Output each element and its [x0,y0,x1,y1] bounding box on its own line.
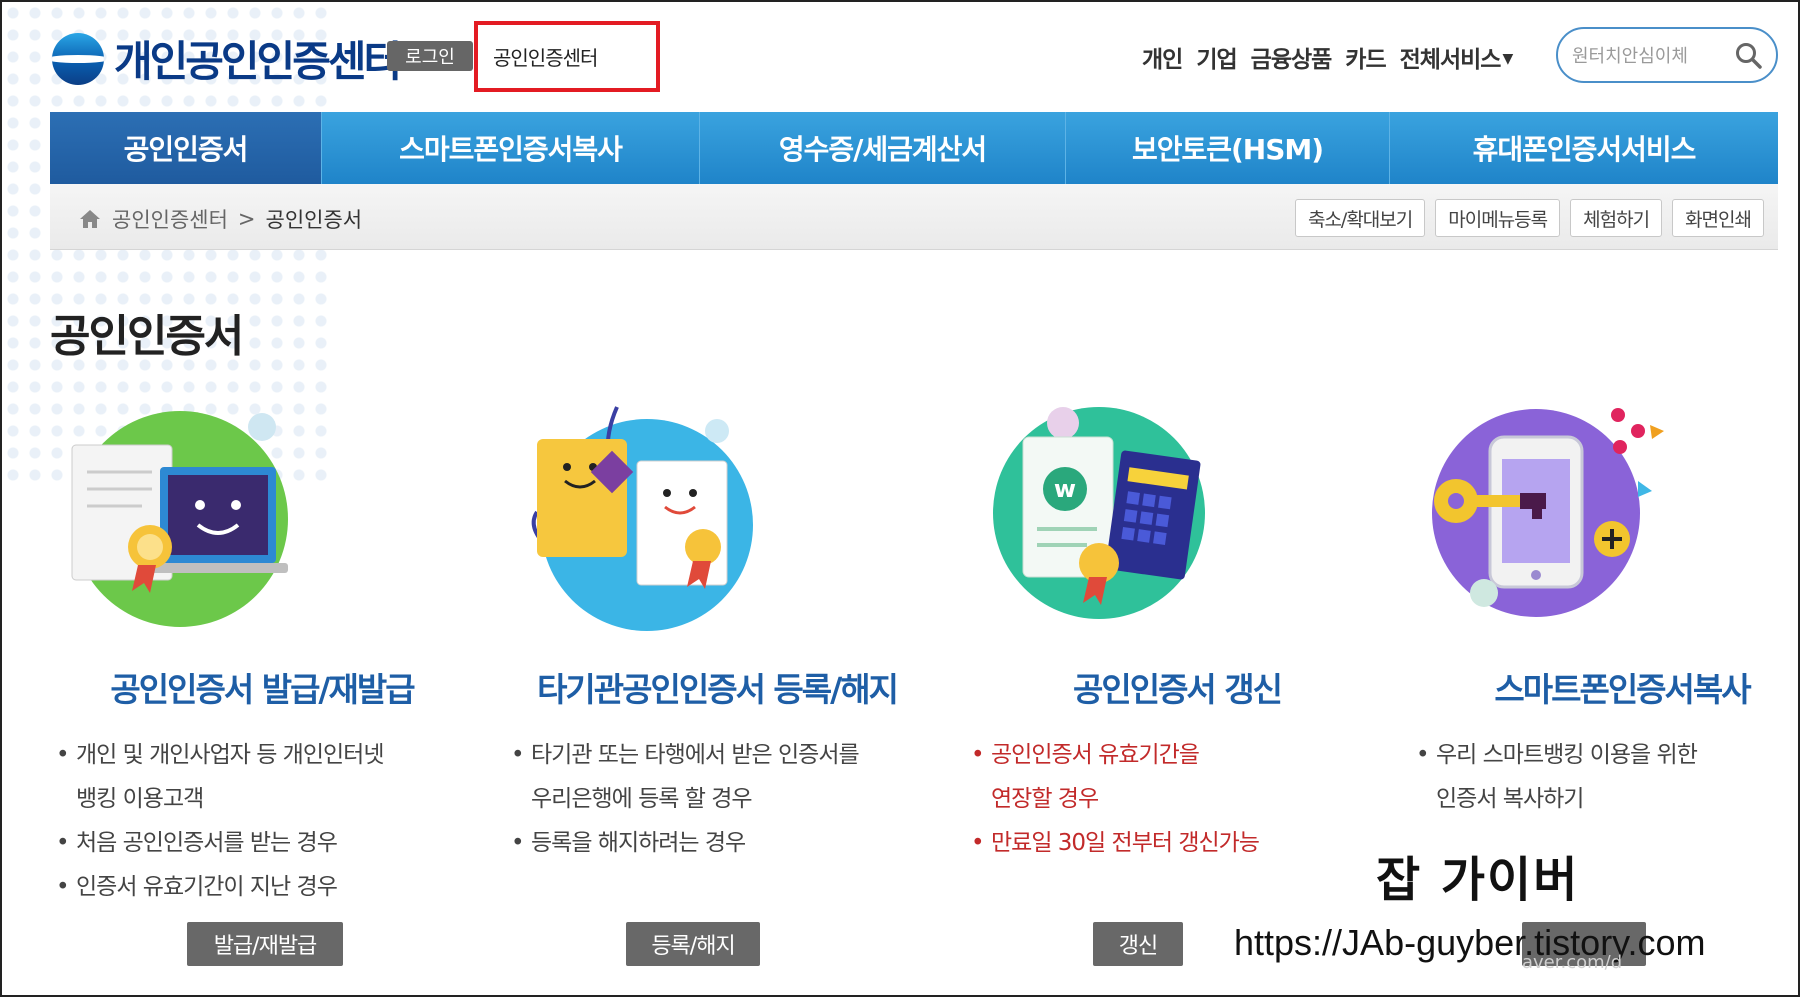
bullet-text: 우리 스마트뱅킹 이용을 위한 [1436,742,1698,768]
bullet-text: 처음 공인인증서를 받는 경우 [76,830,338,856]
service-smartphone-copy: 스마트폰인증서복사 • 우리 스마트뱅킹 이용을 위한인증서 복사하기 [1412,397,1798,821]
service-title: 공인인증서 갱신 [1072,670,1283,709]
login-button[interactable]: 로그인 [387,41,473,71]
list-item: • 인증서 유효기간이 지난 경우 [52,865,472,909]
certificate-laptop-illustration-icon [71,411,288,627]
tab-smartphone-cert-copy[interactable]: 스마트폰인증서복사 [322,112,700,184]
issue-reissue-button[interactable]: 발급/재발급 [187,922,343,966]
top-link-card[interactable]: 카드 [1345,40,1386,74]
print-button[interactable]: 화면인쇄 [1672,199,1764,237]
service-bullet-list: • 공인인증서 유효기간을 연장할 경우 • 만료일 30일 전부터 갱신가능 [967,733,1387,865]
list-item: • 등록을 해지하려는 경우 [507,821,927,865]
chevron-down-icon: ▼ [1502,51,1513,67]
my-menu-button[interactable]: 마이메뉴등록 [1435,199,1561,237]
list-item: • 만료일 30일 전부터 갱신가능 [967,821,1387,865]
bullet-text-continued: 인증서 복사하기 [1436,786,1584,812]
tab-mobile-cert-service[interactable]: 휴대폰인증서서비스 [1390,112,1778,184]
list-item: • 우리 스마트뱅킹 이용을 위한인증서 복사하기 [1412,733,1798,821]
breadcrumb: 공인인증센터 > 공인인증서 [78,204,362,234]
bullet-text-continued: 우리은행에 등록 할 경우 [531,786,753,812]
bullet-text: 개인 및 개인사업자 등 개인인터넷 [76,742,384,768]
breadcrumb-bar: 공인인증센터 > 공인인증서 축소/확대보기 마이메뉴등록 체험하기 화면인쇄 [50,184,1778,250]
phone-key-illustration-icon [1432,408,1664,617]
bullet-mark: • [56,874,70,900]
service-title: 공인인증서 발급/재발급 [110,670,415,709]
bullet-mark: • [971,742,985,768]
tab-receipt-tax-invoice[interactable]: 영수증/세금계산서 [700,112,1066,184]
top-link-personal[interactable]: 개인 [1142,40,1183,74]
service-title: 타기관공인인증서 등록/해지 [537,670,899,709]
bullet-mark: • [971,830,985,856]
home-icon[interactable] [78,208,102,230]
bullet-text-continued: 연장할 경우 [991,786,1099,812]
all-services-menu[interactable]: 전체서비스 ▼ [1399,40,1514,74]
experience-button[interactable]: 체험하기 [1570,199,1663,237]
list-item: • 처음 공인인증서를 받는 경우 [52,821,472,865]
top-utility-nav: 개인 기업 금융상품 카드 전체서비스 ▼ [1142,40,1514,74]
watermark-ghost-text: aver.com/d [1522,952,1623,973]
site-logo[interactable]: 개인공인인증센터 [52,28,402,89]
svg-text:w: w [1054,475,1076,503]
tab-certificate[interactable]: 공인인증서 [50,112,322,184]
certificate-card-illustration-icon: w [993,407,1205,619]
bullet-mark: • [511,742,525,768]
page-tools: 축소/확대보기 마이메뉴등록 체험하기 화면인쇄 [1294,199,1764,237]
search-box [1556,27,1778,83]
bullet-text: 등록을 해지하려는 경우 [531,830,746,856]
watermark-title: 잡 가이버 [1376,852,1580,908]
page-frame: 개인공인인증센터 로그인 공인인증센터 개인 기업 금융상품 카드 전체서비스 ▼… [0,0,1800,997]
bullet-text: 공인인증서 유효기간을 [991,742,1200,768]
service-bullet-list: • 우리 스마트뱅킹 이용을 위한인증서 복사하기 [1412,733,1798,821]
breadcrumb-item-cert-center[interactable]: 공인인증센터 [112,204,228,234]
logo-mark-icon [52,32,104,85]
service-register-cancel: 타기관공인인증서 등록/해지 • 타기관 또는 타행에서 받은 인증서를 우리은행에… [507,397,927,865]
top-link-business[interactable]: 기업 [1196,40,1237,74]
bullet-text-continued: 뱅킹 이용고객 [76,786,204,812]
bullet-text: 타기관 또는 타행에서 받은 인증서를 [531,742,860,768]
top-link-financial-products[interactable]: 금융상품 [1251,40,1333,74]
breadcrumb-separator: > [237,207,256,231]
page-title: 공인인증서 [50,311,244,362]
list-item: • 타기관 또는 타행에서 받은 인증서를우리은행에 등록 할 경우 [507,733,927,821]
service-title: 스마트폰인증서복사 [1494,670,1751,709]
search-icon[interactable] [1734,41,1764,71]
service-renewal: w 공인인증서 갱신 • 공인인증서 유효기간을 연장할 경우 • 만료일 30일 전… [967,397,1387,865]
all-services-label: 전체서비스 [1399,47,1502,73]
list-item: • 공인인증서 유효기간을연장할 경우 [967,733,1387,821]
search-input[interactable] [1572,43,1722,69]
register-cancel-button[interactable]: 등록/해지 [626,922,760,966]
watermark-url: https://JAb-guyber.tistory.com [1234,922,1706,963]
tab-security-token[interactable]: 보안토큰(HSM) [1066,112,1390,184]
bullet-mark: • [56,830,70,856]
bullet-text: 인증서 유효기간이 지난 경우 [76,874,338,900]
list-item: • 개인 및 개인사업자 등 개인인터넷뱅킹 이용고객 [52,733,472,821]
breadcrumb-item-current: 공인인증서 [265,208,363,232]
bullet-mark: • [1416,742,1430,768]
service-bullet-list: • 타기관 또는 타행에서 받은 인증서를 우리은행에 등록 할 경우 • 등록을 해… [507,733,927,865]
service-issue-reissue: 공인인증서 발급/재발급 • 개인 및 개인사업자 등 개인인터넷 뱅킹 이용고객 … [52,397,472,909]
bullet-mark: • [56,742,70,768]
bullet-text: 만료일 30일 전부터 갱신가능 [991,830,1260,856]
renewal-button[interactable]: 갱신 [1093,922,1183,966]
bullet-mark: • [511,830,525,856]
main-navigation: 공인인증서 스마트폰인증서복사 영수증/세금계산서 보안토큰(HSM) 휴대폰인… [50,112,1778,184]
certificate-documents-illustration-icon [531,406,753,631]
logo-text: 개인공인인증센터 [114,37,402,86]
zoom-button[interactable]: 축소/확대보기 [1294,199,1426,237]
highlighted-cert-center-link[interactable]: 공인인증센터 [493,42,598,71]
service-bullet-list: • 개인 및 개인사업자 등 개인인터넷 뱅킹 이용고객 • 처음 공인인증서를 받는… [52,733,472,909]
